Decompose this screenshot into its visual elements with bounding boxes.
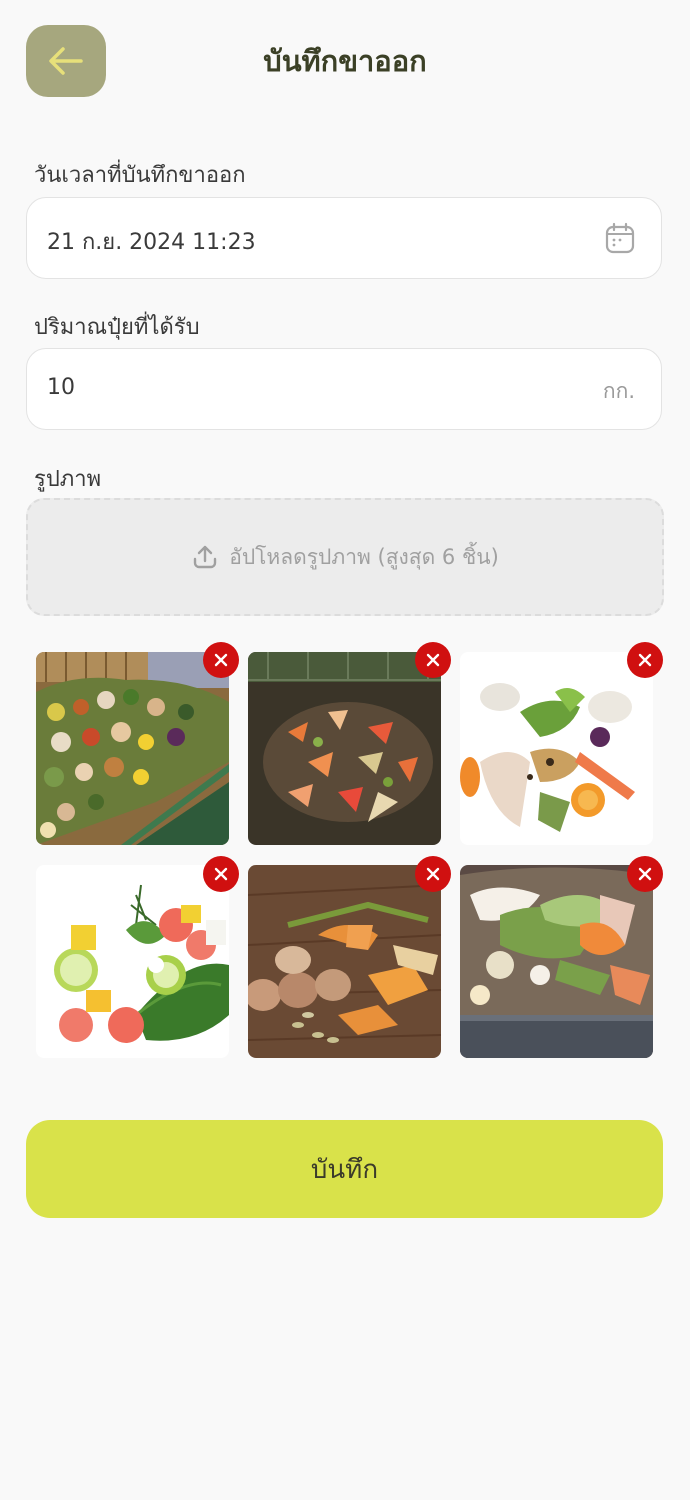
amount-unit: กก. [602,379,635,403]
close-icon [214,867,228,881]
photo-thumbnail [460,652,653,845]
date-value: 21 ก.ย. 2024 11:23 [47,230,256,255]
close-icon [426,653,440,667]
save-button[interactable]: บันทึก [26,1120,663,1218]
upload-dropzone[interactable]: อัปโหลดรูปภาพ (สูงสุด 6 ชิ้น) [26,498,664,616]
close-icon [426,867,440,881]
remove-photo-button[interactable] [627,856,663,892]
date-label: วันเวลาที่บันทึกขาออก [34,163,246,188]
remove-photo-button[interactable] [415,856,451,892]
remove-photo-button[interactable] [627,642,663,678]
photo-label: รูปภาพ [34,467,102,492]
upload-icon [194,545,217,569]
date-field[interactable]: 21 ก.ย. 2024 11:23 [26,197,662,279]
photo-thumbnail [460,865,653,1058]
photo-thumbnail [36,865,229,1058]
amount-field[interactable]: 10 กก. [26,348,662,430]
photo-thumbnail [248,865,441,1058]
photo-thumbnail [248,652,441,845]
remove-photo-button[interactable] [203,642,239,678]
close-icon [214,653,228,667]
close-icon [638,653,652,667]
page-title: บันทึกขาออก [263,44,427,78]
upload-label: อัปโหลดรูปภาพ (สูงสุด 6 ชิ้น) [229,544,499,569]
calendar-icon[interactable] [605,222,635,254]
save-button-label: บันทึก [310,1154,379,1185]
photo-thumbnail [36,652,229,845]
amount-label: ปริมาณปุ๋ยที่ได้รับ [34,315,200,340]
header: บันทึกขาออก [0,0,690,124]
amount-value: 10 [47,375,75,400]
remove-photo-button[interactable] [203,856,239,892]
close-icon [638,867,652,881]
remove-photo-button[interactable] [415,642,451,678]
